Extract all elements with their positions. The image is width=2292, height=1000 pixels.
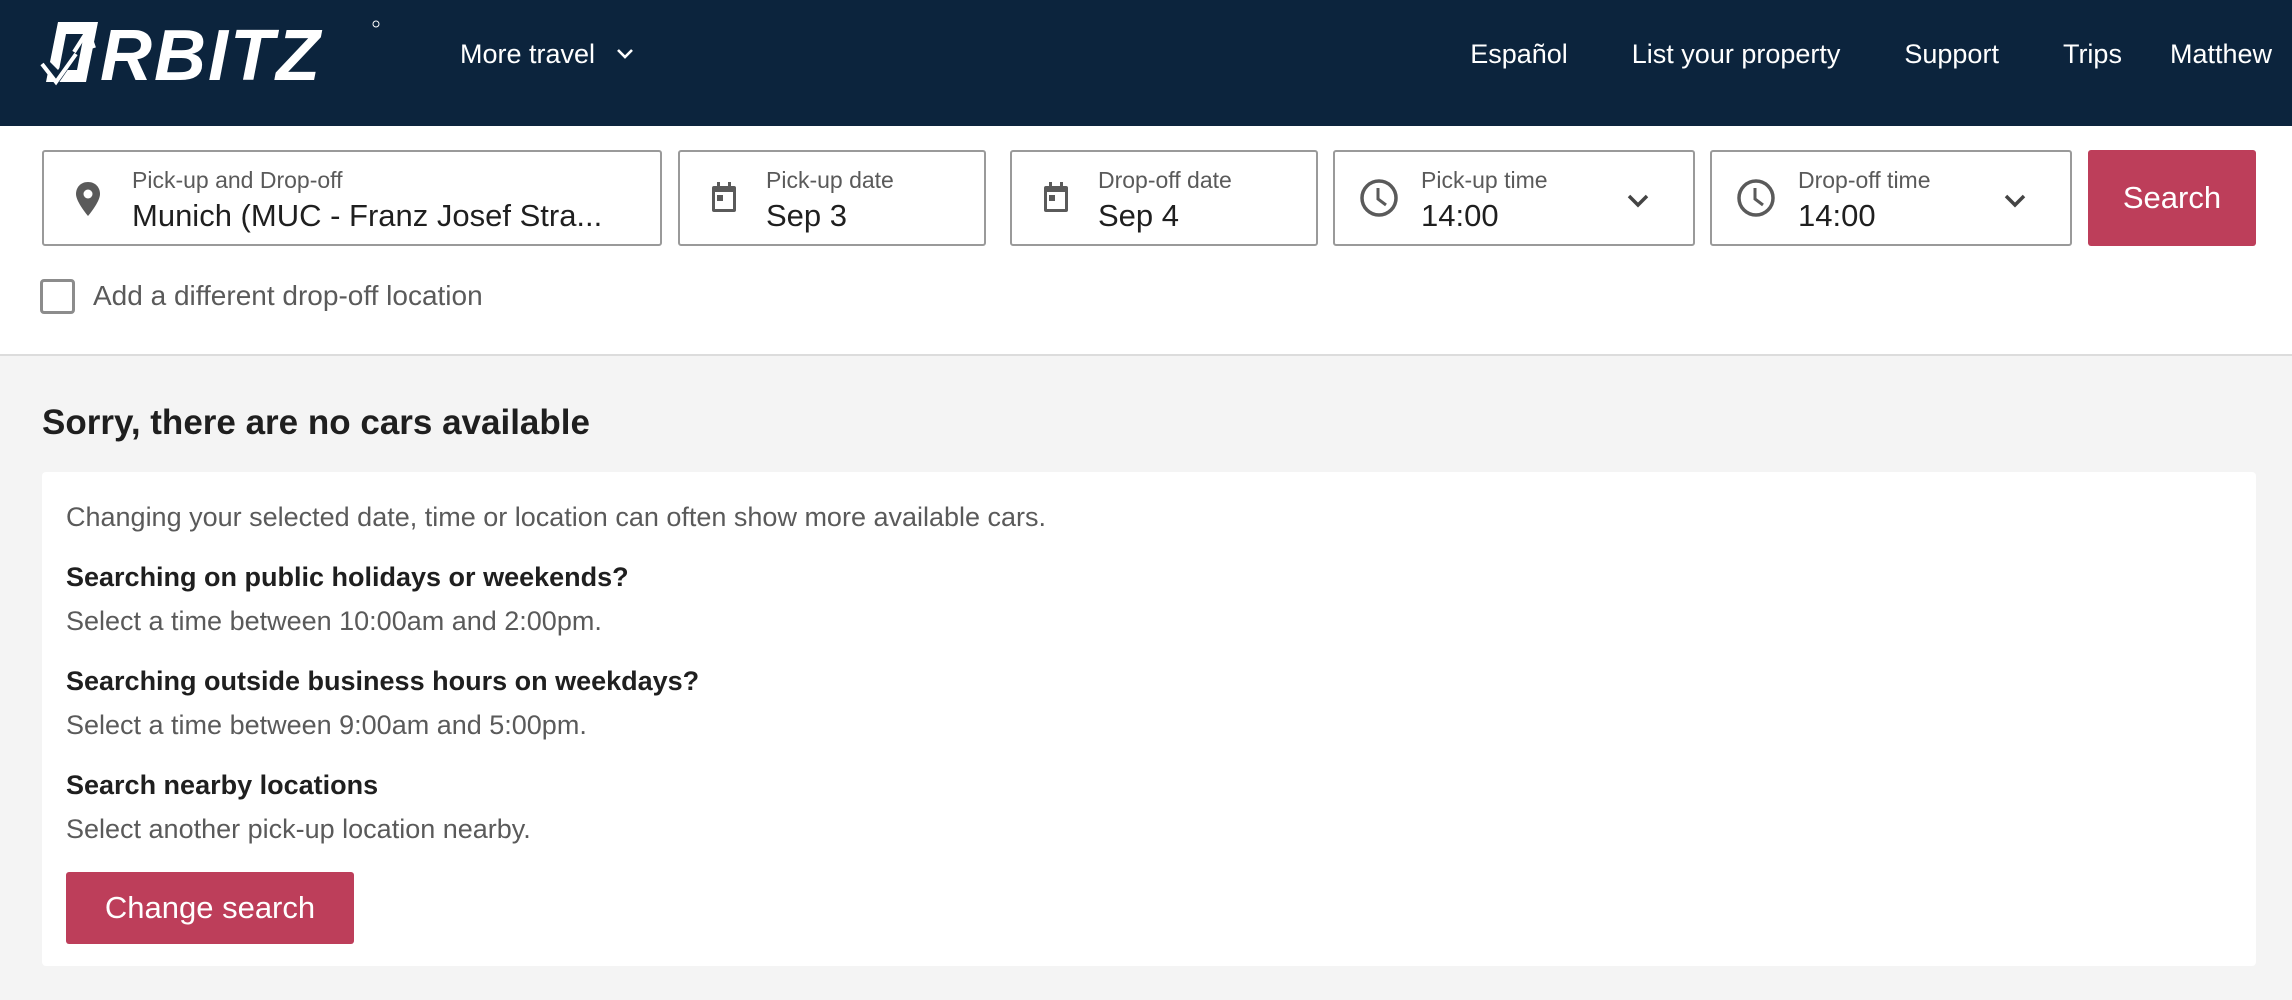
pickup-date-value: Sep 3	[766, 198, 848, 233]
clock-icon	[1737, 179, 1775, 217]
location-value: Munich (MUC - Franz Josef Stra...	[132, 198, 603, 233]
svg-text:RBITZ: RBITZ	[100, 18, 323, 88]
different-dropoff-label: Add a different drop-off location	[93, 280, 483, 311]
dropoff-time-select[interactable]: Drop-off time 14:00	[1710, 150, 2072, 246]
tip-title: Searching on public holidays or weekends…	[66, 562, 629, 592]
car-search-form: Pick-up and Drop-off Munich (MUC - Franz…	[0, 126, 2292, 356]
top-header: RBITZ More travel Español List your prop…	[0, 0, 2292, 126]
search-button[interactable]: Search	[2088, 150, 2256, 246]
pickup-time-value: 14:00	[1421, 198, 1499, 233]
no-results-title: Sorry, there are no cars available	[42, 403, 590, 442]
no-results-intro: Changing your selected date, time or loc…	[66, 502, 1047, 532]
chevron-down-icon	[2004, 194, 2026, 208]
tip-title: Searching outside business hours on week…	[66, 666, 700, 696]
different-dropoff-checkbox[interactable]	[40, 278, 75, 314]
dropoff-date-field[interactable]: Drop-off date Sep 4	[1010, 150, 1318, 246]
dropoff-date-label: Drop-off date	[1098, 167, 1232, 193]
nav-support[interactable]: Support	[1904, 39, 1999, 70]
pickup-date-field[interactable]: Pick-up date Sep 3	[678, 150, 986, 246]
change-search-button[interactable]: Change search	[66, 872, 354, 944]
tip-body: Select a time between 10:00am and 2:00pm…	[66, 606, 602, 636]
pickup-time-select[interactable]: Pick-up time 14:00	[1333, 150, 1695, 246]
pickup-time-label: Pick-up time	[1421, 167, 1548, 193]
chevron-down-icon	[1627, 194, 1649, 208]
header-nav: Español List your property Support Trips…	[1470, 36, 2272, 72]
dropoff-date-value: Sep 4	[1098, 198, 1180, 233]
nav-list-property[interactable]: List your property	[1632, 39, 1841, 70]
different-dropoff-option[interactable]: Add a different drop-off location	[40, 276, 483, 316]
calendar-icon	[712, 182, 736, 212]
tip-body: Select another pick-up location nearby.	[66, 814, 531, 844]
no-results-card: Changing your selected date, time or loc…	[42, 472, 2256, 966]
more-travel-menu[interactable]: More travel	[460, 36, 637, 72]
calendar-icon	[1044, 182, 1068, 212]
pickup-date-label: Pick-up date	[766, 167, 894, 193]
orbitz-logo[interactable]: RBITZ	[40, 16, 380, 96]
location-field[interactable]: Pick-up and Drop-off Munich (MUC - Franz…	[42, 150, 662, 246]
nav-user-account[interactable]: Matthew	[2170, 39, 2272, 70]
nav-trips[interactable]: Trips	[2063, 39, 2122, 70]
dropoff-time-label: Drop-off time	[1798, 167, 1931, 193]
orbitz-logo-icon: RBITZ	[40, 16, 380, 96]
chevron-down-icon	[617, 49, 633, 59]
more-travel-label: More travel	[460, 38, 596, 69]
map-pin-icon	[76, 182, 100, 216]
clock-icon	[1360, 179, 1398, 217]
nav-language[interactable]: Español	[1470, 39, 1568, 70]
location-label: Pick-up and Drop-off	[132, 167, 343, 193]
tip-body: Select a time between 9:00am and 5:00pm.	[66, 710, 587, 740]
tip-title: Search nearby locations	[66, 770, 379, 800]
dropoff-time-value: 14:00	[1798, 198, 1876, 233]
